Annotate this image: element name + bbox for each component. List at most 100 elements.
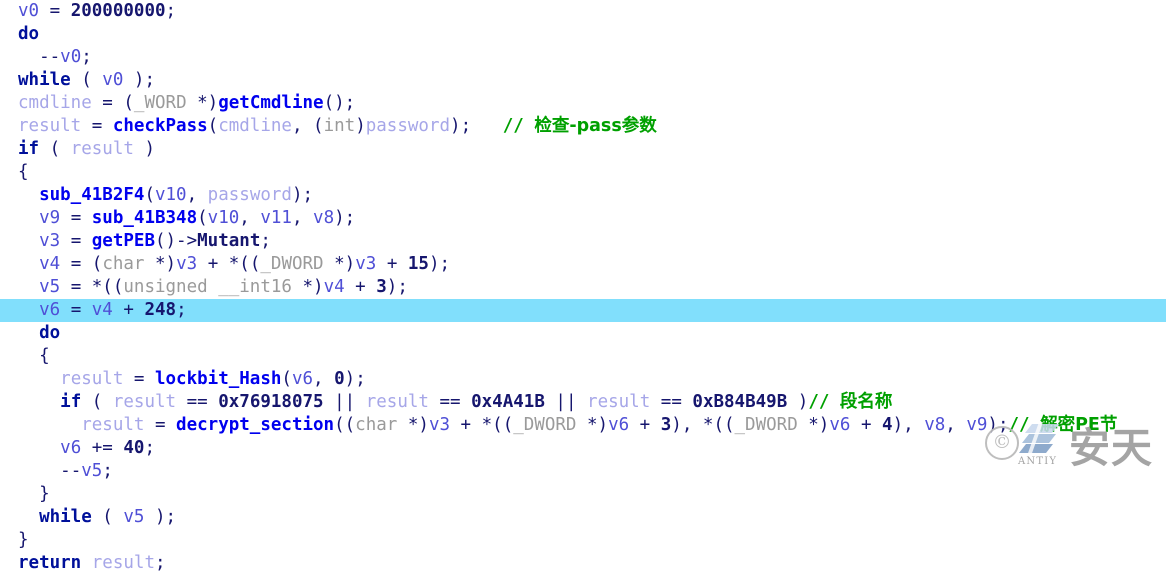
token-variable[interactable]: result [71, 139, 134, 159]
code-line[interactable]: while ( v0 ); [0, 69, 1166, 92]
token-variable[interactable]: v6 [60, 438, 81, 458]
code-line[interactable]: do [0, 23, 1166, 46]
token-punctuation: = [144, 415, 177, 435]
token-variable[interactable]: v5 [39, 277, 60, 297]
code-line[interactable]: result = lockbit_Hash(v6, 0); [0, 368, 1166, 391]
token-variable[interactable]: v10 [208, 208, 240, 228]
code-line[interactable]: result = decrypt_section((char *)v3 + *(… [0, 414, 1166, 437]
token-punctuation: ); [144, 507, 177, 527]
token-function-name[interactable]: sub_41B2F4 [39, 185, 144, 205]
token-variable[interactable]: password [208, 185, 292, 205]
code-line[interactable]: { [0, 345, 1166, 368]
token-variable[interactable]: v5 [123, 507, 144, 527]
token-variable[interactable]: cmdline [18, 93, 92, 113]
token-variable[interactable]: v6 [829, 415, 850, 435]
token-variable[interactable]: v5 [81, 461, 102, 481]
token-variable[interactable]: v4 [39, 254, 60, 274]
code-line[interactable]: v6 += 40; [0, 437, 1166, 460]
token-punctuation: || [544, 392, 588, 412]
token-variable[interactable]: cmdline [218, 116, 292, 136]
token-variable[interactable]: result [92, 553, 155, 573]
token-punctuation: = [39, 1, 71, 21]
code-line[interactable]: v5 = *((unsigned __int16 *)v4 + 3); [0, 276, 1166, 299]
token-variable[interactable]: v8 [924, 415, 945, 435]
token-variable[interactable]: v9 [966, 415, 987, 435]
token-variable[interactable]: v3 [429, 415, 450, 435]
code-line-highlighted[interactable]: v6 = v4 + 248; [0, 299, 1166, 322]
code-line[interactable]: --v0; [0, 46, 1166, 69]
token-variable[interactable]: v0 [18, 1, 39, 21]
token-variable[interactable]: result [18, 116, 81, 136]
token-function-name[interactable]: getCmdline [218, 93, 323, 113]
token-punctuation: ( [70, 70, 103, 90]
code-line[interactable]: do [0, 322, 1166, 345]
token-punctuation: { [18, 162, 29, 182]
token-variable[interactable]: v6 [292, 369, 313, 389]
token-variable[interactable]: password [366, 116, 450, 136]
code-line[interactable]: sub_41B2F4(v10, password); [0, 184, 1166, 207]
token-variable[interactable]: result [587, 392, 650, 412]
token-punctuation: *) [323, 254, 356, 274]
code-line[interactable]: { [0, 161, 1166, 184]
code-line[interactable]: return result; [0, 552, 1166, 575]
code-line-list[interactable]: v0 = 200000000; do --v0; while ( v0 ); cmdl… [0, 0, 1166, 575]
code-line[interactable]: --v5; [0, 460, 1166, 483]
token-punctuation: + [629, 415, 661, 435]
token-punctuation: (( [334, 415, 356, 435]
code-line[interactable]: v4 = (char *)v3 + *((_DWORD *)v3 + 15); [0, 253, 1166, 276]
token-variable[interactable]: v6 [39, 300, 60, 320]
pseudocode-view[interactable]: v0 = 200000000; do --v0; while ( v0 ); cmdl… [0, 0, 1166, 583]
token-variable[interactable]: v6 [608, 415, 629, 435]
token-punctuation: ); [123, 70, 155, 90]
code-line[interactable]: if ( result ) [0, 138, 1166, 161]
token-variable[interactable]: result [60, 369, 123, 389]
token-number: 3 [376, 277, 387, 297]
token-keyword: if [60, 392, 82, 412]
token-keyword: return [18, 553, 82, 573]
token-punctuation: ; [144, 438, 156, 458]
token-variable[interactable]: result [81, 415, 144, 435]
token-variable[interactable]: v3 [39, 231, 60, 251]
code-line[interactable]: } [0, 483, 1166, 506]
code-line[interactable]: while ( v5 ); [0, 506, 1166, 529]
token-variable[interactable]: v4 [92, 300, 113, 320]
token-variable[interactable]: v9 [39, 208, 60, 228]
token-punctuation: *) [797, 415, 830, 435]
token-variable[interactable]: v11 [260, 208, 292, 228]
token-variable[interactable]: v4 [324, 277, 345, 297]
code-line[interactable]: result = checkPass(cmdline, (int)passwor… [0, 115, 1166, 138]
code-line[interactable]: } [0, 529, 1166, 552]
token-function-name[interactable]: lockbit_Hash [155, 369, 281, 389]
token-function-name[interactable]: sub_41B348 [92, 208, 197, 228]
token-keyword: while [39, 507, 92, 527]
token-punctuation: -- [60, 461, 82, 481]
token-variable[interactable]: v0 [60, 47, 81, 67]
token-function-name[interactable]: checkPass [113, 116, 208, 136]
token-variable[interactable]: result [113, 392, 176, 412]
token-variable[interactable]: v8 [313, 208, 334, 228]
code-line[interactable]: v9 = sub_41B348(v10, v11, v8); [0, 207, 1166, 230]
token-punctuation: } [39, 484, 50, 504]
token-function-name[interactable]: decrypt_section [176, 415, 334, 435]
code-line[interactable]: v0 = 200000000; [0, 0, 1166, 23]
token-variable[interactable]: v3 [355, 254, 376, 274]
token-type: _DWORD [513, 415, 577, 435]
token-punctuation: = [60, 231, 92, 251]
code-line[interactable]: if ( result == 0x76918075 || result == 0… [0, 391, 1166, 414]
token-keyword: while [18, 70, 71, 90]
code-line[interactable]: v3 = getPEB()->Mutant; [0, 230, 1166, 253]
code-line[interactable]: cmdline = (_WORD *)getCmdline(); [0, 92, 1166, 115]
token-punctuation: *) [186, 93, 219, 113]
token-function-name[interactable]: getPEB [92, 231, 155, 251]
token-variable[interactable]: v0 [102, 70, 123, 90]
token-variable[interactable]: result [366, 392, 429, 412]
token-variable[interactable]: v10 [155, 185, 187, 205]
token-comment: 解密PE节 [1040, 415, 1118, 435]
token-punctuation: ) [787, 392, 809, 412]
token-variable[interactable]: v3 [176, 254, 197, 274]
